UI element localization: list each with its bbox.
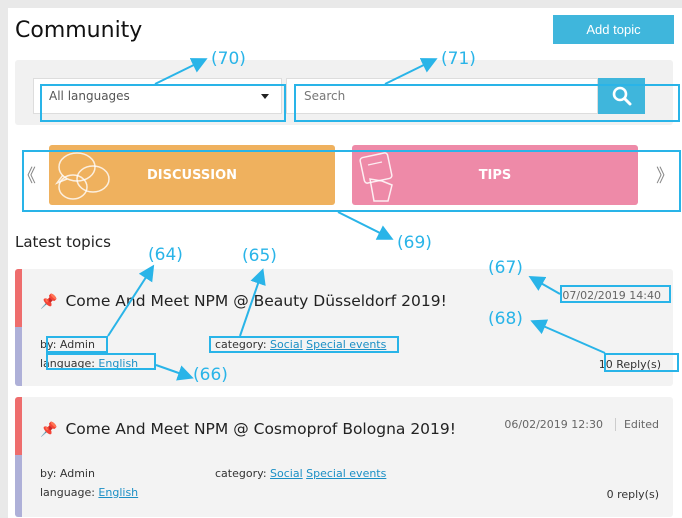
annotation-label-65: (65) — [242, 246, 277, 266]
annotation-label-70: (70) — [211, 49, 246, 69]
annotation-label-66: (66) — [193, 365, 228, 385]
annotation-label-71: (71) — [441, 49, 476, 69]
annotation-label-64: (64) — [148, 245, 183, 265]
annotation-arrows — [107, 58, 606, 381]
annotation-label-69: (69) — [397, 233, 432, 253]
annotation-label-68: (68) — [488, 309, 523, 329]
annotation-label-67: (67) — [488, 258, 523, 278]
